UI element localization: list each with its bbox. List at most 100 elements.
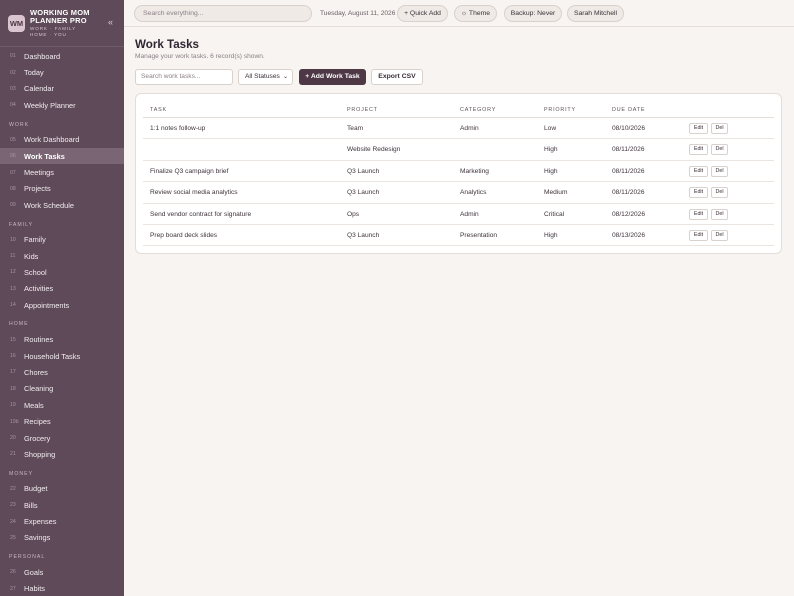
user-menu-button[interactable]: Sarah Mitchell bbox=[567, 5, 624, 22]
sidebar-item-label: Meals bbox=[24, 400, 44, 410]
theme-button[interactable]: ☼ Theme bbox=[454, 5, 497, 22]
add-work-task-button[interactable]: + Add Work Task bbox=[299, 69, 366, 85]
sidebar-item-meetings[interactable]: 07 Meetings bbox=[0, 164, 124, 180]
sidebar-item-calendar[interactable]: 03 Calendar bbox=[0, 81, 124, 97]
cell-project: Q3 Launch bbox=[347, 231, 380, 239]
sidebar-item-dashboard[interactable]: 01 Dashboard bbox=[0, 48, 124, 64]
backup-button[interactable]: Backup: Never bbox=[504, 5, 562, 22]
quick-add-button[interactable]: + Quick Add bbox=[397, 5, 448, 22]
edit-button[interactable]: Edit bbox=[689, 144, 708, 156]
sidebar-item-bills[interactable]: 23 Bills bbox=[0, 497, 124, 513]
sidebar-item-number: 25 bbox=[10, 534, 16, 541]
column-header-priority: PRIORITY bbox=[544, 107, 576, 113]
sidebar-item-cleaning[interactable]: 18 Cleaning bbox=[0, 381, 124, 397]
sidebar-item-shopping[interactable]: 21 Shopping bbox=[0, 446, 124, 462]
edit-button[interactable]: Edit bbox=[689, 165, 708, 177]
sidebar-item-label: Kids bbox=[24, 251, 39, 261]
sidebar-item-label: Chores bbox=[24, 367, 48, 377]
sidebar-item-number: 07 bbox=[10, 169, 16, 176]
column-header-task: TASK bbox=[150, 107, 167, 113]
sidebar-item-number: 05 bbox=[10, 136, 16, 143]
cell-project: Ops bbox=[347, 210, 360, 218]
sidebar-item-today[interactable]: 02 Today bbox=[0, 64, 124, 80]
sidebar-item-label: Goals bbox=[24, 567, 44, 577]
sidebar-item-number: 23 bbox=[10, 502, 16, 509]
edit-button[interactable]: Edit bbox=[689, 187, 708, 199]
sidebar-item-label: Shopping bbox=[24, 449, 56, 459]
sidebar-item-household-tasks[interactable]: 16 Household Tasks bbox=[0, 348, 124, 364]
sidebar-item-label: Dashboard bbox=[24, 51, 61, 61]
sidebar: WM WORKING MOM PLANNER PRO WORK · FAMILY… bbox=[0, 0, 124, 596]
sidebar-item-family[interactable]: 10 Family bbox=[0, 232, 124, 248]
sidebar-item-grocery[interactable]: 20 Grocery bbox=[0, 430, 124, 446]
sidebar-item-meals[interactable]: 19 Meals bbox=[0, 397, 124, 413]
cell-due-date: 08/12/2026 bbox=[612, 210, 646, 218]
sidebar-item-expenses[interactable]: 24 Expenses bbox=[0, 513, 124, 529]
sidebar-item-label: Work Schedule bbox=[24, 200, 74, 210]
cell-category: Presentation bbox=[460, 231, 498, 239]
sidebar-item-label: Activities bbox=[24, 284, 54, 294]
sidebar-item-kids[interactable]: 11 Kids bbox=[0, 248, 124, 264]
sidebar-item-label: School bbox=[24, 267, 47, 277]
app-logo: WM bbox=[8, 14, 25, 32]
cell-task: Prep board deck slides bbox=[150, 231, 218, 239]
main-content: Work Tasks Manage your work tasks. 6 rec… bbox=[124, 27, 794, 596]
cell-task: Send vendor contract for signature bbox=[150, 210, 252, 218]
sidebar-item-habits[interactable]: 27 Habits bbox=[0, 581, 124, 596]
brand: WM WORKING MOM PLANNER PRO WORK · FAMILY… bbox=[0, 0, 124, 47]
edit-button[interactable]: Edit bbox=[689, 123, 708, 134]
sidebar-item-number: 22 bbox=[10, 485, 16, 492]
current-date: Tuesday, August 11, 2026 bbox=[320, 10, 396, 17]
cell-project: Team bbox=[347, 125, 364, 132]
nav-section-header: FAMILY bbox=[9, 221, 34, 228]
sidebar-item-label: Meetings bbox=[24, 168, 54, 178]
sidebar-item-number: 01 bbox=[10, 53, 16, 60]
sidebar-item-budget[interactable]: 22 Budget bbox=[0, 481, 124, 497]
table-header: TASK PROJECT CATEGORY PRIORITY DUE DATE bbox=[143, 102, 774, 118]
sidebar-item-activities[interactable]: 13 Activities bbox=[0, 281, 124, 297]
sidebar-item-work-tasks[interactable]: 06 Work Tasks bbox=[0, 147, 124, 165]
sidebar-item-chores[interactable]: 17 Chores bbox=[0, 364, 124, 380]
table-row: Prep board deck slides Q3 Launch Presentat… bbox=[143, 225, 774, 247]
sidebar-item-number: 24 bbox=[10, 518, 16, 525]
edit-button[interactable]: Edit bbox=[689, 208, 708, 220]
sidebar-item-number: 21 bbox=[10, 451, 16, 458]
delete-button[interactable]: Del bbox=[711, 165, 728, 177]
sidebar-item-goals[interactable]: 26 Goals bbox=[0, 564, 124, 580]
global-search-input[interactable]: Search everything... bbox=[134, 5, 312, 22]
sidebar-item-label: Appointments bbox=[24, 300, 70, 310]
sidebar-item-work-dashboard[interactable]: 05 Work Dashboard bbox=[0, 132, 124, 148]
table-row: Review social media analytics Q3 Launch An… bbox=[143, 182, 774, 204]
cell-task: Finalize Q3 campaign brief bbox=[150, 167, 229, 175]
sidebar-item-number: 19 bbox=[10, 402, 16, 409]
delete-button[interactable]: Del bbox=[711, 144, 728, 156]
sidebar-item-number: 20 bbox=[10, 435, 16, 441]
status-filter-select[interactable]: All Statuses ⌄ bbox=[238, 69, 293, 85]
sidebar-item-weekly-planner[interactable]: 04 Weekly Planner bbox=[0, 97, 124, 113]
edit-button[interactable]: Edit bbox=[689, 229, 708, 241]
sidebar-item-number: 13 bbox=[10, 285, 16, 292]
work-tasks-card: TASK PROJECT CATEGORY PRIORITY DUE DATE … bbox=[135, 93, 782, 254]
cell-priority: Critical bbox=[544, 210, 565, 218]
sidebar-item-number: 26 bbox=[10, 569, 16, 576]
delete-button[interactable]: Del bbox=[711, 123, 728, 134]
work-task-search-input[interactable]: Search work tasks... bbox=[135, 69, 233, 85]
export-csv-button[interactable]: Export CSV bbox=[371, 69, 423, 85]
delete-button[interactable]: Del bbox=[711, 187, 728, 199]
delete-button[interactable]: Del bbox=[711, 208, 728, 220]
topbar: Search everything... Tuesday, August 11,… bbox=[124, 0, 794, 27]
collapse-sidebar-icon[interactable]: « bbox=[108, 17, 113, 27]
cell-priority: High bbox=[544, 146, 558, 154]
sidebar-item-projects[interactable]: 08 Projects bbox=[0, 181, 124, 197]
delete-button[interactable]: Del bbox=[711, 229, 728, 241]
sidebar-item-school[interactable]: 12 School bbox=[0, 264, 124, 280]
sidebar-item-number: 12 bbox=[10, 269, 16, 276]
brand-title-line2: PLANNER PRO bbox=[30, 15, 87, 25]
sidebar-item-routines[interactable]: 15 Routines bbox=[0, 331, 124, 347]
sidebar-item-savings[interactable]: 25 Savings bbox=[0, 530, 124, 546]
sidebar-item-appointments[interactable]: 14 Appointments bbox=[0, 297, 124, 313]
sidebar-item-number: 16 bbox=[10, 353, 16, 360]
cell-priority: High bbox=[544, 231, 558, 239]
sidebar-item-recipes[interactable]: 19b Recipes bbox=[0, 413, 124, 429]
sidebar-item-work-schedule[interactable]: 09 Work Schedule bbox=[0, 197, 124, 213]
